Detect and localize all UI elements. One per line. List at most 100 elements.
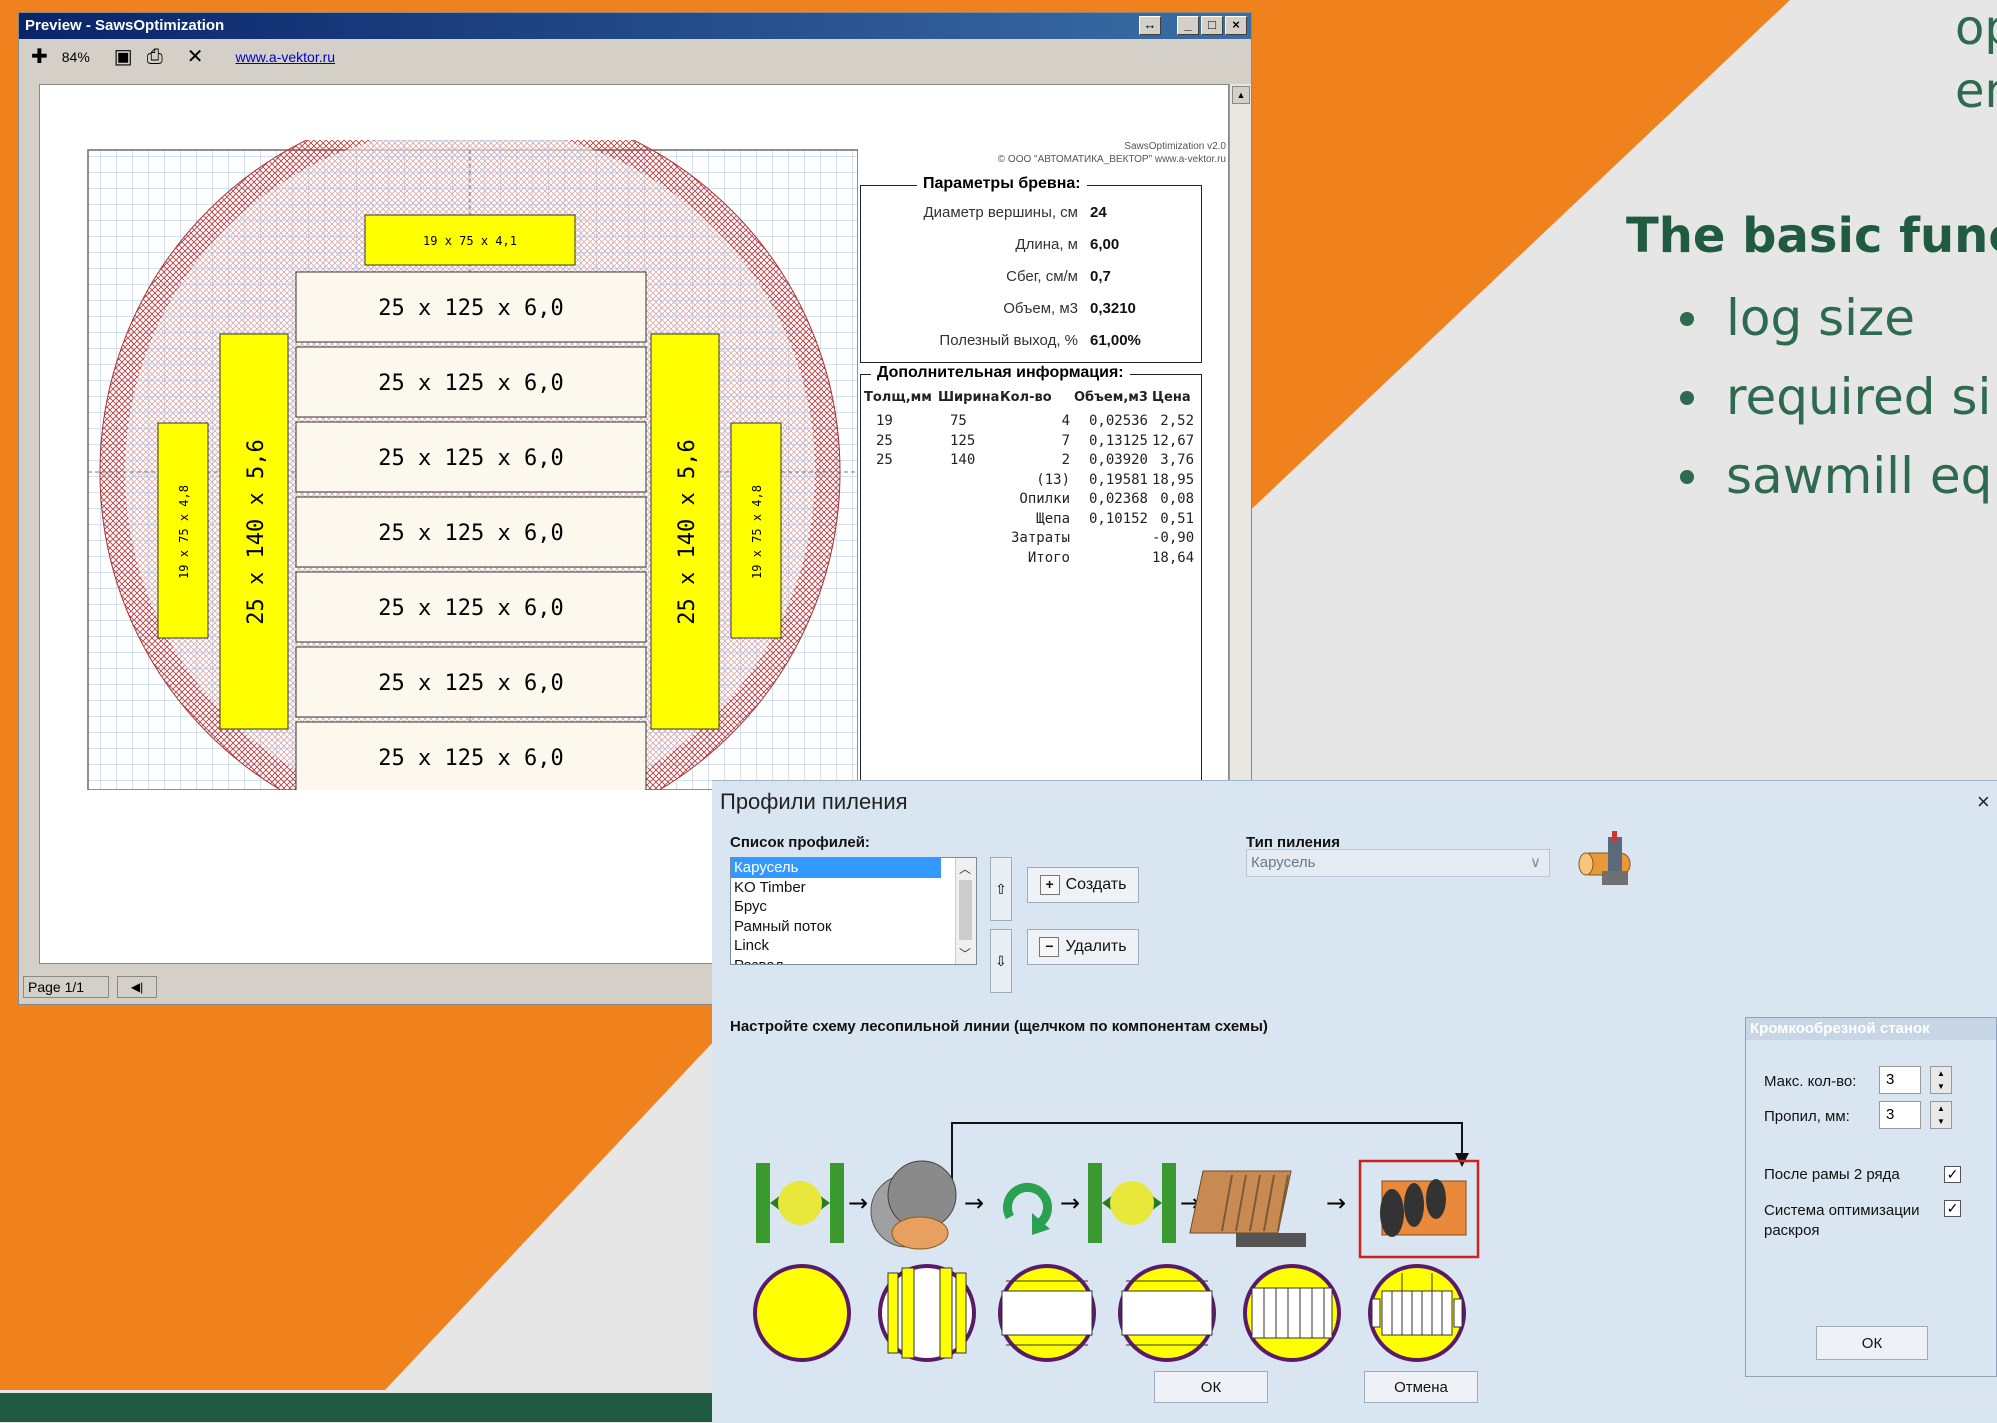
cross-section-icon (753, 1264, 851, 1362)
ok-button[interactable]: ОК (1154, 1371, 1268, 1403)
table-cell: Итого (1027, 549, 1070, 566)
edger-settings-panel: Кромкообрезной станок Макс. кол-во: 3 ▲ ▼… (1745, 1017, 1997, 1377)
profiles-label: Список профилей: (730, 834, 870, 851)
board-label: 25 x 125 x 6,0 (378, 746, 563, 771)
log-param-row: Длина, м 6,00 (878, 236, 1119, 253)
param-value: 0,7 (1090, 268, 1111, 285)
rotate-icon[interactable] (1003, 1182, 1053, 1235)
profiles-list[interactable]: Карусель KO Timber Брус Рамный поток Linck Ра… (730, 857, 977, 965)
kerf-input[interactable]: 3 (1879, 1101, 1921, 1129)
svg-text:→: → (848, 1189, 868, 1217)
center-boards: 25 x 125 x 6,0 25 x 125 x 6,0 25 x 125 x 6… (295, 271, 647, 790)
bullet-item: log size (1680, 288, 1992, 367)
max-count-label: Макс. кол-во: (1764, 1073, 1857, 1090)
table-cell: 0,51 (1160, 510, 1194, 527)
scroll-up-icon[interactable]: ▲ (1232, 86, 1250, 104)
page-nav-icon[interactable]: ◀| (117, 976, 158, 998)
table-cell: 0,03920 (1088, 452, 1148, 468)
profiles-scrollbar[interactable]: ︿ ﹀ (955, 858, 976, 964)
circular-saw-icon[interactable] (870, 1160, 957, 1250)
optimization-label-cont: раскроя (1764, 1222, 1820, 1239)
log-param-row: Объем, м3 0,3210 (878, 300, 1136, 317)
move-up-button[interactable]: ⇧ (990, 857, 1012, 921)
sawline-scheme[interactable]: → → → → → (742, 1063, 1542, 1363)
board-label: 25 x 125 x 6,0 (378, 446, 563, 471)
close-button[interactable]: × (1225, 16, 1247, 35)
log-feeder-icon[interactable] (1088, 1163, 1176, 1243)
table-cell: Затраты (1010, 530, 1070, 546)
cross-section-icon (998, 1264, 1096, 1362)
sawing-type-select[interactable]: Карусель ∨ (1246, 849, 1550, 877)
table-cell: (13) (1036, 471, 1070, 488)
table-cell: 18,64 (1152, 549, 1195, 566)
board-label: 25 x 140 x 5,6 (675, 439, 700, 624)
param-label: Полезный выход, % (939, 332, 1078, 349)
svg-text:→: → (1060, 1189, 1080, 1217)
param-label: Длина, м (1015, 236, 1078, 253)
table-cell: 2,52 (1160, 413, 1194, 429)
edger-panel-title: Кромкообрезной станок (1746, 1018, 1996, 1040)
log-feeder-icon[interactable] (756, 1163, 844, 1243)
param-value: 6,00 (1090, 236, 1120, 253)
table-cell: 0,13125 (1088, 432, 1148, 449)
table-cell: 0,19581 (1088, 471, 1148, 488)
sawing-pattern-diagram: 19 x 75 x 4,1 19 x 75 x 4,1 25 x 125 x 6… (87, 140, 858, 790)
board-label: 25 x 125 x 6,0 (378, 596, 563, 621)
multi-saw-icon[interactable] (1189, 1170, 1306, 1247)
create-button[interactable]: + Создать (1027, 867, 1139, 903)
table-cell: 0,02368 (1088, 491, 1148, 507)
website-link[interactable]: www.a-vektor.ru (235, 49, 335, 65)
preview-titlebar: Preview - SawsOptimization ↔ _ □ × (19, 13, 1251, 39)
chevron-down-icon[interactable]: ﹀ (959, 945, 971, 962)
profile-item[interactable]: Карусель (731, 858, 941, 878)
profile-item[interactable]: Рамный поток (731, 917, 976, 937)
table-cell: -0,90 (1152, 530, 1195, 546)
delete-button[interactable]: − Удалить (1027, 929, 1139, 965)
table-cell: 0,10152 (1088, 510, 1148, 527)
dialog-close-icon[interactable]: × (1977, 789, 1997, 815)
after-frame-checkbox[interactable]: ✓ (1944, 1166, 1961, 1183)
fit-width-icon[interactable]: ↔ (1139, 16, 1161, 35)
table-cell: 4 (1061, 413, 1070, 429)
svg-text:→: → (964, 1189, 984, 1217)
max-count-input[interactable]: 3 (1879, 1066, 1921, 1094)
cancel-button[interactable]: Отмена (1364, 1371, 1478, 1403)
profile-item[interactable]: Брус (731, 897, 976, 917)
side-ok-button[interactable]: ОК (1816, 1326, 1928, 1360)
edger-icon[interactable] (1358, 1159, 1480, 1259)
print-icon[interactable]: ⎙ (147, 47, 163, 67)
table-cell: 75 (950, 413, 967, 429)
chevron-up-icon[interactable]: ︿ (959, 860, 971, 877)
table-cell: 25 (876, 432, 893, 449)
slide-text-fragment: en (1955, 63, 1997, 119)
max-count-stepper[interactable]: ▲ ▼ (1930, 1066, 1952, 1094)
table-cell: Щепа (1036, 510, 1070, 527)
table-cell: 0,02536 (1088, 413, 1148, 429)
table-cell: 140 (950, 452, 976, 468)
cross-section-icon (1118, 1264, 1216, 1362)
dialog-title: Профили пиления (720, 789, 908, 814)
zoom-level[interactable]: 84% (62, 49, 90, 65)
table-cell: 2 (1061, 452, 1070, 468)
scroll-thumb[interactable] (959, 880, 972, 940)
preview-title: Preview - SawsOptimization (25, 17, 225, 34)
after-frame-label: После рамы 2 ряда (1764, 1166, 1900, 1183)
profile-item[interactable]: Развал (731, 956, 976, 965)
kerf-stepper[interactable]: ▲ ▼ (1930, 1101, 1952, 1129)
cross-section-icon (878, 1264, 976, 1362)
maximize-button[interactable]: □ (1201, 16, 1223, 35)
table-cell: 12,67 (1152, 432, 1195, 449)
sawmill-machine-icon (1578, 831, 1631, 885)
optimization-checkbox[interactable]: ✓ (1944, 1200, 1961, 1217)
profile-item[interactable]: KO Timber (731, 878, 976, 898)
save-icon[interactable]: ▣ (114, 47, 133, 67)
app-version: SawsOptimization v2.0 (1124, 141, 1226, 152)
slide-heading: The basic func (1626, 208, 1997, 264)
zoom-icon[interactable]: ✚ (31, 47, 48, 67)
move-down-button[interactable]: ⇩ (990, 929, 1012, 993)
close-icon[interactable]: ✕ (187, 47, 204, 67)
table-cell: 18,95 (1152, 471, 1195, 488)
table-cell: 25 (876, 452, 893, 468)
minimize-button[interactable]: _ (1177, 16, 1199, 35)
profile-item[interactable]: Linck (731, 936, 976, 956)
